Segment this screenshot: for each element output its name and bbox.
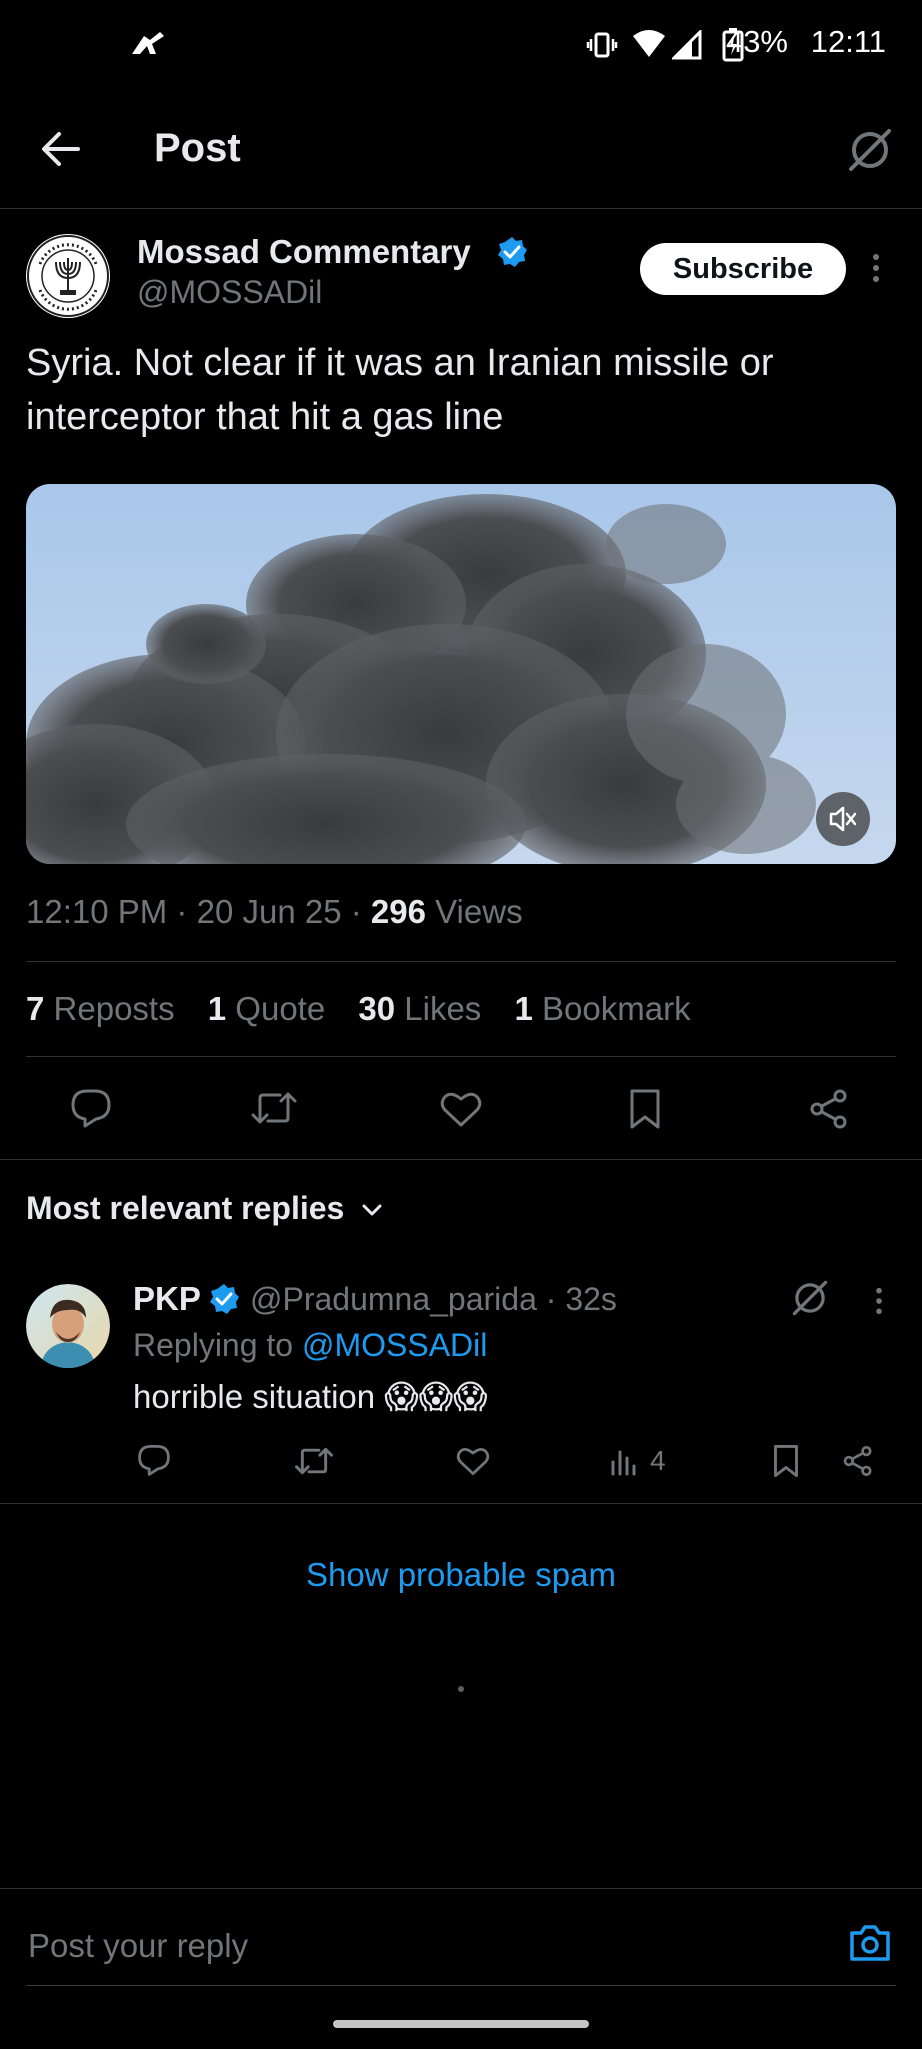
meta-divider [26,961,896,962]
views-count: 296 [370,893,426,930]
reply-divider [0,1503,922,1504]
reply-verified-badge-icon [208,1283,240,1315]
post-metadata: 12:10 PM · 20 Jun 25 · 296 Views [26,893,523,930]
replies-sort-label: Most relevant replies [26,1190,345,1226]
wifi-icon [632,30,666,58]
loading-indicator [458,1686,464,1692]
replying-to-label: Replying to [133,1327,294,1363]
reply-more-options-icon[interactable] [873,1286,885,1316]
show-probable-spam-link[interactable]: Show probable spam [0,1556,922,1594]
reply-input[interactable] [26,1920,830,1972]
author-handle[interactable]: @MOSSADil [137,274,322,311]
reply-handle-time: @Pradumna_parida · 32s [250,1281,617,1317]
likes-stat[interactable]: 30 Likes [358,990,481,1027]
reply-time: 32s [565,1281,617,1317]
post-video[interactable] [26,484,896,864]
home-gesture-bar[interactable] [333,2020,589,2028]
back-arrow-icon[interactable] [40,130,80,168]
reposts-stat[interactable]: 7 Reposts [26,990,175,1027]
battery-percent: 43% [725,24,788,59]
views-label: Views [435,893,523,930]
more-options-icon[interactable] [870,252,882,284]
bookmark-icon[interactable] [628,1088,662,1130]
verified-badge-icon [496,236,528,268]
reply-like-icon[interactable] [456,1446,490,1476]
reply-views-icon[interactable] [610,1446,640,1476]
reply-icon[interactable] [70,1088,112,1128]
header-divider [0,208,922,209]
reply-repost-icon[interactable] [294,1444,334,1478]
replying-to: Replying to @MOSSADil [133,1327,487,1364]
engagement-stats: 7 Reposts 1 Quote 30 Likes 1 Bookmark [26,990,715,1028]
like-icon[interactable] [440,1090,482,1128]
reply-reply-icon[interactable] [137,1444,171,1476]
reply-avatar[interactable] [26,1284,110,1368]
replies-sort-dropdown[interactable]: Most relevant replies [26,1190,344,1227]
reply-bookmark-icon[interactable] [772,1444,800,1478]
actions-divider [0,1159,922,1160]
reply-text: horrible situation 😱😱😱 [133,1378,488,1415]
mute-icon[interactable] [815,791,871,847]
composer-top-divider [0,1888,922,1889]
share-icon[interactable] [808,1088,850,1130]
reply-handle[interactable]: @Pradumna_parida [250,1281,537,1317]
replying-to-handle[interactable]: @MOSSADil [302,1327,487,1363]
repost-icon[interactable] [250,1088,298,1128]
reply-grok-icon[interactable] [792,1280,828,1316]
composer-underline [26,1985,896,1986]
post-time: 12:10 PM [26,893,168,930]
chevron-down-icon[interactable] [360,1200,384,1220]
status-time: 12:11 [810,24,886,59]
reply-views-count: 4 [650,1445,666,1476]
stats-divider [26,1056,896,1057]
post-text: Syria. Not clear if it was an Iranian mi… [26,342,774,438]
post-date: 20 Jun 25 [196,893,342,930]
app-notification-icon [130,30,166,58]
author-name[interactable]: Mossad Commentary [137,233,471,271]
page-title: Post [154,126,241,170]
author-avatar[interactable] [26,234,110,318]
reply-share-icon[interactable] [842,1445,874,1477]
bookmarks-stat[interactable]: 1 Bookmark [514,990,690,1027]
grok-icon[interactable] [848,128,892,172]
camera-icon[interactable] [848,1923,892,1963]
vibrate-icon [586,30,618,60]
status-bar: 43% 12:11 [0,0,922,90]
subscribe-button[interactable]: Subscribe [640,243,846,295]
quotes-stat[interactable]: 1 Quote [208,990,325,1027]
cellular-signal-icon [672,30,702,60]
reply-author-name[interactable]: PKP [133,1280,201,1318]
